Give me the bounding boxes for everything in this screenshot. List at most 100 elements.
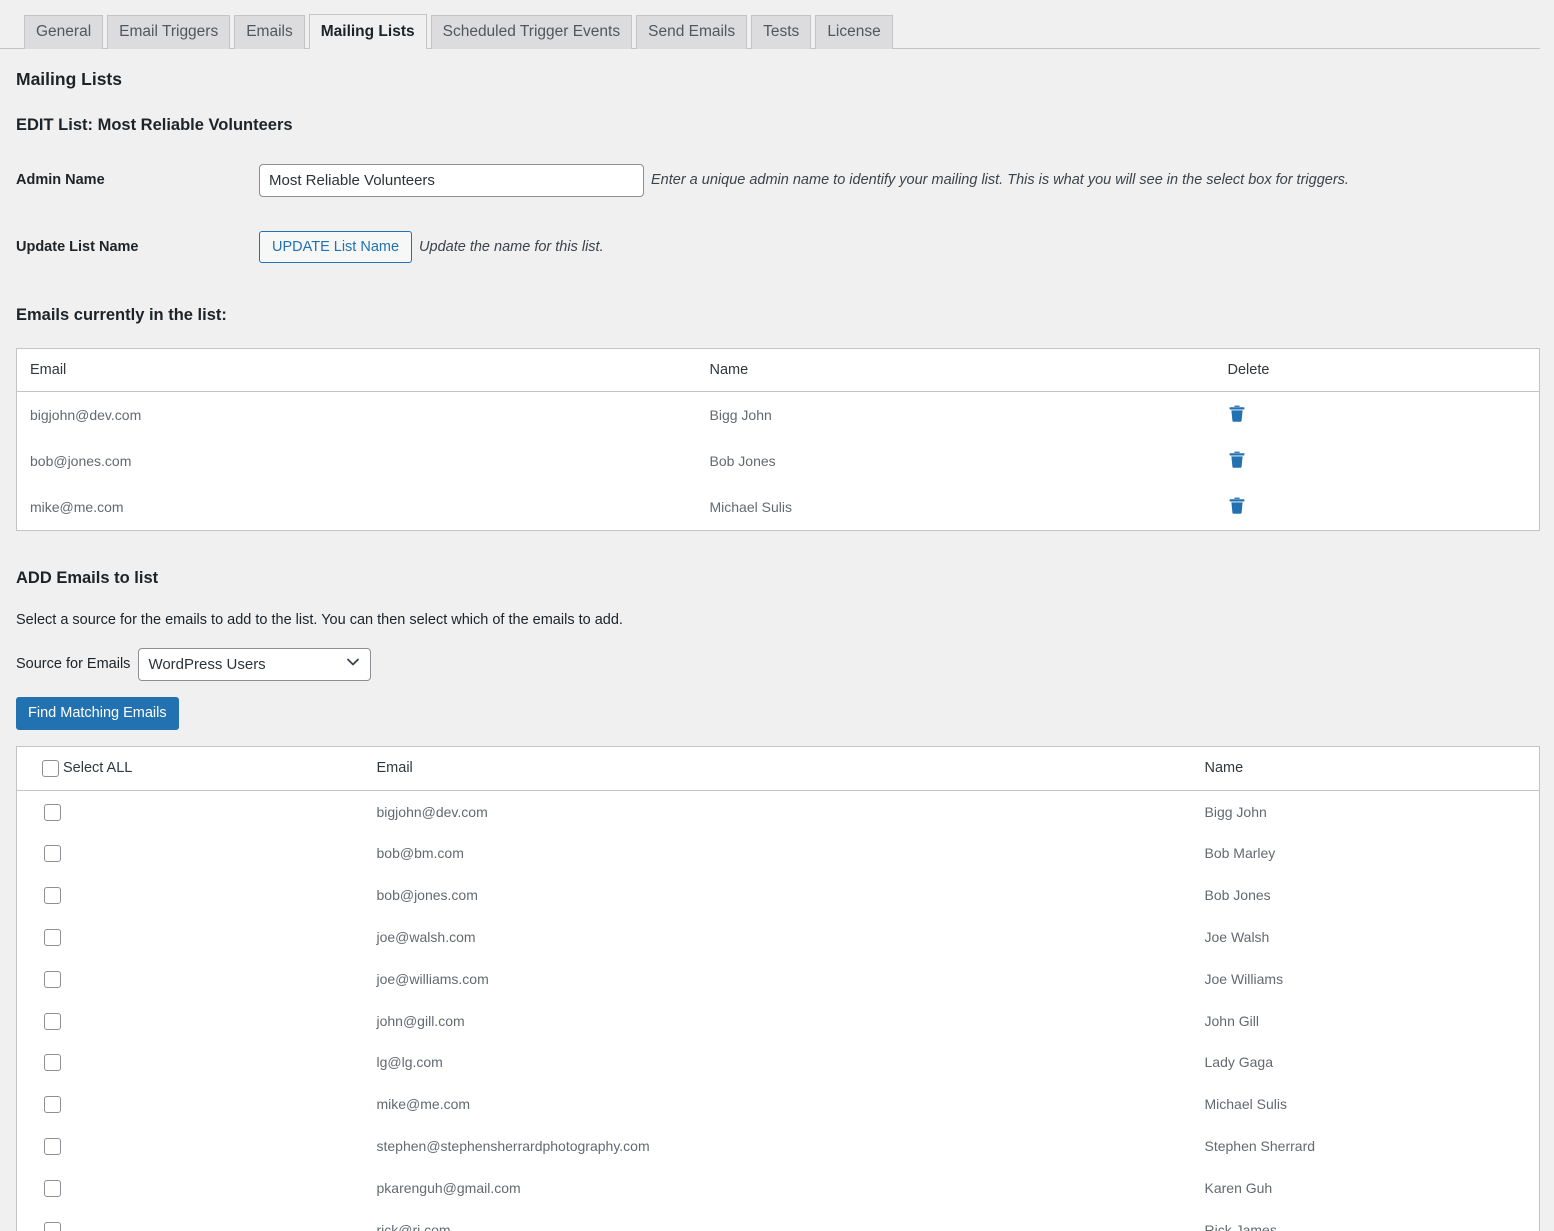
cell-email: bob@jones.com — [16, 437, 697, 484]
find-matching-emails-button[interactable]: Find Matching Emails — [16, 696, 179, 730]
table-row: bigjohn@dev.com Bigg John — [16, 391, 1540, 438]
table-row: joe@williams.com Joe Williams — [16, 957, 1540, 1000]
column-header-name: Name — [1191, 746, 1540, 791]
table-row: john@gill.com John Gill — [16, 999, 1540, 1042]
row-checkbox[interactable] — [44, 1096, 61, 1114]
select-all-label: Select ALL — [63, 760, 133, 777]
table-row: bob@bm.com Bob Marley — [16, 832, 1540, 875]
cell-select — [16, 874, 364, 917]
tab-scheduled-trigger-events[interactable]: Scheduled Trigger Events — [430, 15, 633, 49]
row-checkbox[interactable] — [44, 1054, 61, 1072]
row-checkbox[interactable] — [44, 1179, 61, 1197]
chevron-down-icon — [345, 654, 361, 674]
table-row: mike@me.com Michael Sulis — [16, 1083, 1540, 1126]
row-checkbox[interactable] — [44, 1137, 61, 1155]
cell-select — [16, 916, 364, 958]
source-for-emails-value: WordPress Users — [148, 655, 266, 673]
tab-tests[interactable]: Tests — [751, 15, 812, 49]
add-emails-description: Select a source for the emails to add to… — [16, 611, 623, 628]
cell-email: pkarenguh@gmail.com — [363, 1166, 1192, 1209]
cell-name: Bob Jones — [1191, 874, 1540, 917]
row-checkbox[interactable] — [44, 803, 61, 821]
cell-name: Lady Gaga — [1191, 1041, 1540, 1084]
update-list-name-button[interactable]: UPDATE List Name — [259, 230, 413, 263]
cell-email: bob@jones.com — [363, 874, 1192, 917]
cell-select — [16, 999, 364, 1042]
cell-email: joe@williams.com — [363, 957, 1192, 1000]
source-for-emails-select[interactable]: WordPress Users — [138, 647, 372, 681]
page-content: Mailing Lists EDIT List: Most Reliable V… — [0, 67, 1554, 1231]
row-checkbox[interactable] — [44, 928, 61, 946]
cell-name: Bigg John — [1191, 790, 1540, 833]
column-header-name: Name — [696, 348, 1215, 392]
cell-email: bigjohn@dev.com — [16, 391, 697, 438]
row-checkbox[interactable] — [44, 887, 61, 905]
table-header-row: Email Name Delete — [16, 348, 1540, 392]
cell-select — [16, 1208, 364, 1231]
table-row: bigjohn@dev.com Bigg John — [16, 790, 1540, 833]
cell-select — [16, 1041, 364, 1084]
trash-icon[interactable] — [1228, 404, 1246, 426]
table-row: bob@jones.com Bob Jones — [16, 874, 1540, 917]
cell-name: Michael Sulis — [696, 483, 1215, 531]
column-header-email: Email — [16, 348, 697, 392]
trash-icon[interactable] — [1228, 496, 1246, 518]
table-row: pkarenguh@gmail.com Karen Guh — [16, 1166, 1540, 1209]
select-all-checkbox[interactable] — [42, 759, 59, 777]
cell-email: rick@rj.com — [363, 1208, 1192, 1231]
table-row: rick@rj.com Rick James — [16, 1208, 1540, 1231]
cell-name: Joe Walsh — [1191, 916, 1540, 958]
update-list-name-help: Update the name for this list. — [419, 238, 604, 255]
row-checkbox[interactable] — [44, 845, 61, 863]
source-for-emails-row: Source for Emails WordPress Users — [16, 647, 1540, 681]
tab-general[interactable]: General — [24, 15, 104, 49]
table-row: mike@me.com Michael Sulis — [16, 483, 1540, 531]
delete-row-button[interactable] — [1214, 437, 1540, 484]
settings-tab-bar: General Email Triggers Emails Mailing Lists… — [0, 0, 1554, 49]
tab-emails[interactable]: Emails — [234, 15, 305, 49]
row-checkbox[interactable] — [44, 970, 61, 988]
row-checkbox[interactable] — [44, 1012, 61, 1030]
table-row: stephen@stephensherrardphotography.com St… — [16, 1125, 1540, 1167]
cell-email: john@gill.com — [363, 999, 1192, 1042]
add-emails-heading: ADD Emails to list — [16, 568, 159, 587]
source-for-emails-label: Source for Emails — [16, 656, 131, 673]
cell-email: mike@me.com — [363, 1083, 1192, 1126]
admin-name-help: Enter a unique admin name to identify yo… — [651, 172, 1349, 189]
column-header-delete: Delete — [1214, 348, 1540, 392]
cell-name: Rick James — [1191, 1208, 1540, 1231]
admin-name-label: Admin Name — [16, 172, 105, 189]
cell-email: lg@lg.com — [363, 1041, 1192, 1084]
tab-mailing-lists[interactable]: Mailing Lists — [308, 14, 427, 49]
cell-name: Stephen Sherrard — [1191, 1125, 1540, 1167]
cell-select — [16, 790, 364, 833]
cell-name: Bob Jones — [696, 437, 1215, 484]
cell-email: mike@me.com — [16, 483, 697, 531]
find-matching-emails-row: Find Matching Emails — [16, 696, 1540, 730]
tab-email-triggers[interactable]: Email Triggers — [107, 15, 231, 49]
delete-row-button[interactable] — [1214, 483, 1540, 531]
update-list-name-label: Update List Name — [16, 238, 139, 255]
table-header-row: Select ALL Email Name — [16, 746, 1540, 791]
select-all-header: Select ALL — [16, 746, 364, 791]
cell-name: Joe Williams — [1191, 957, 1540, 1000]
cell-email: stephen@stephensherrardphotography.com — [363, 1125, 1192, 1167]
trash-icon[interactable] — [1228, 450, 1246, 472]
cell-name: Karen Guh — [1191, 1166, 1540, 1209]
update-list-name-row: Update List Name UPDATE List Name Update… — [16, 230, 1540, 263]
cell-select — [16, 1083, 364, 1126]
current-emails-table: Email Name Delete bigjohn@dev.com Bigg Jo… — [16, 347, 1540, 531]
cell-email: bigjohn@dev.com — [363, 790, 1192, 833]
tab-license[interactable]: License — [815, 15, 893, 49]
row-checkbox[interactable] — [44, 1221, 61, 1231]
delete-row-button[interactable] — [1214, 391, 1540, 438]
matching-emails-table: Select ALL Email Name bigjohn@dev.com Big… — [16, 745, 1540, 1231]
cell-email: joe@walsh.com — [363, 916, 1192, 958]
cell-select — [16, 832, 364, 875]
tab-send-emails[interactable]: Send Emails — [636, 15, 748, 49]
cell-name: Michael Sulis — [1191, 1083, 1540, 1126]
cell-select — [16, 1125, 364, 1167]
current-emails-heading: Emails currently in the list: — [16, 305, 227, 324]
admin-name-input[interactable] — [259, 163, 644, 197]
cell-name: Bigg John — [696, 391, 1215, 438]
